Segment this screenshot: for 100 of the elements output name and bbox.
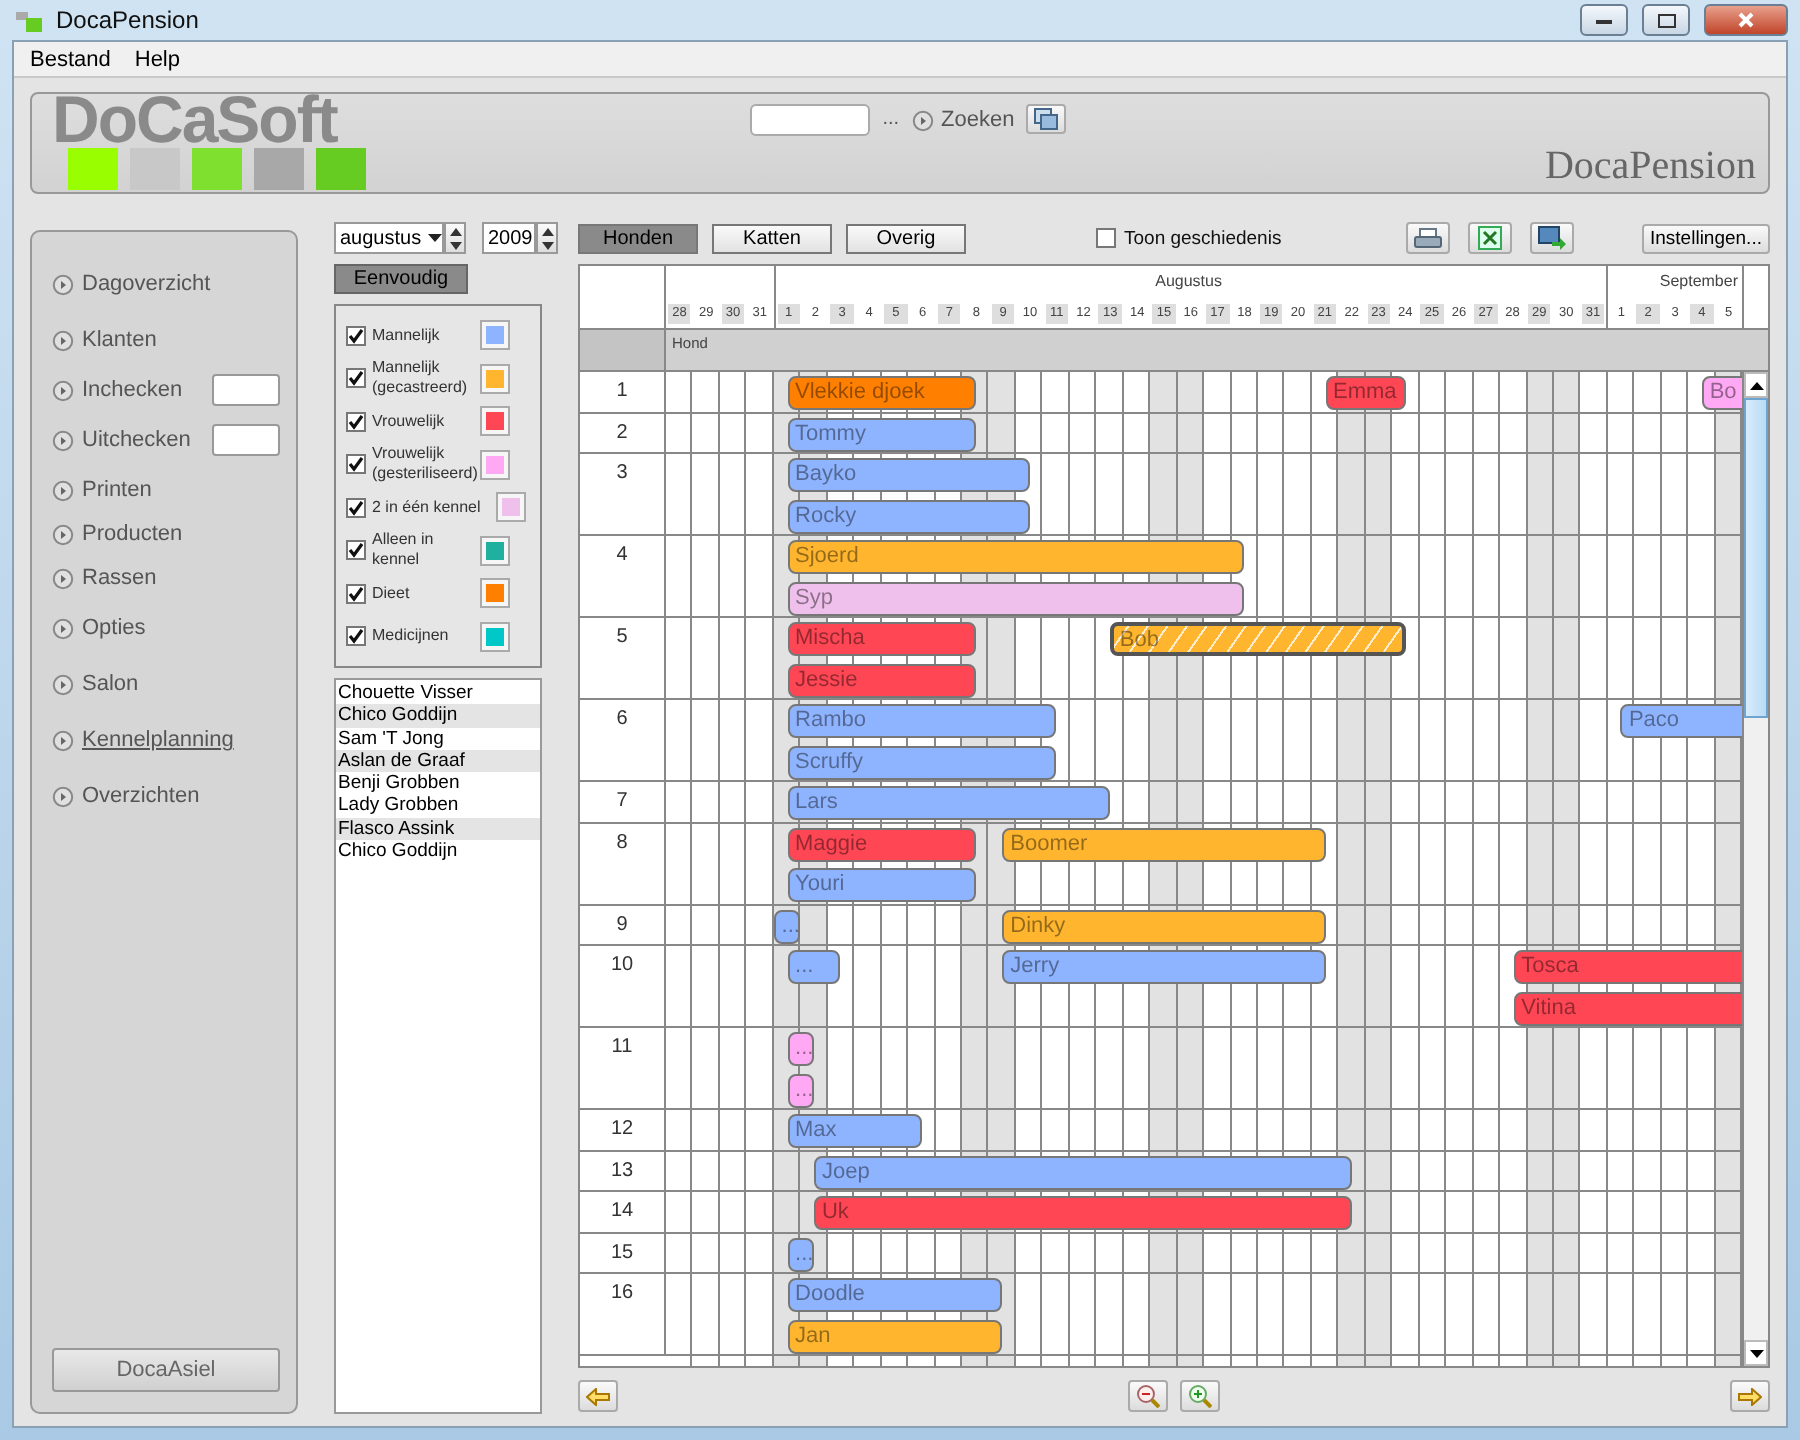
spreadsheet-icon: [1477, 226, 1502, 250]
nav-link[interactable]: Printen: [52, 474, 152, 506]
screen-icon-button[interactable]: [1026, 104, 1067, 134]
category-tab[interactable]: Overig: [846, 223, 966, 253]
nav-link[interactable]: Kennelplanning: [52, 724, 234, 756]
excel-export-button[interactable]: [1467, 222, 1512, 254]
color-swatch[interactable]: [482, 365, 508, 392]
booking-bar[interactable]: Tosca: [1513, 950, 1742, 984]
month-label: Augustus: [1153, 270, 1224, 294]
booking-bar[interactable]: ...: [787, 1032, 814, 1066]
date-field[interactable]: [212, 424, 280, 456]
menu-item[interactable]: Bestand: [18, 42, 123, 76]
color-swatch[interactable]: [482, 451, 508, 478]
category-tab[interactable]: Katten: [712, 223, 832, 253]
nav-link[interactable]: Overzichten: [52, 780, 200, 812]
booking-bar[interactable]: Tommy: [787, 417, 976, 451]
nav-link[interactable]: Inchecken: [52, 374, 183, 406]
color-swatch[interactable]: [498, 494, 524, 521]
checkbox[interactable]: [346, 368, 366, 389]
spin-buttons[interactable]: [536, 222, 558, 254]
client-item[interactable]: Aslan de Graaf: [336, 749, 540, 773]
booking-bar[interactable]: Vlekkie djoek: [787, 376, 976, 410]
booking-bar[interactable]: Dinky: [1002, 909, 1326, 943]
booking-bar[interactable]: Rocky: [787, 499, 1030, 533]
nav-link[interactable]: Rassen: [52, 562, 157, 594]
menu-item[interactable]: Help: [122, 42, 192, 76]
nav-link[interactable]: Producten: [52, 518, 183, 550]
arrow-circle-icon: [52, 785, 74, 807]
month-select[interactable]: augustus: [334, 222, 444, 254]
checkbox[interactable]: [346, 325, 366, 346]
checkbox[interactable]: [346, 583, 366, 604]
nav-link[interactable]: Salon: [52, 668, 139, 700]
export-button[interactable]: [1529, 222, 1574, 254]
booking-bar[interactable]: Jerry: [1002, 950, 1326, 984]
booking-bar[interactable]: Joep: [813, 1155, 1352, 1189]
minimize-button[interactable]: [1580, 4, 1628, 36]
date-field[interactable]: [212, 374, 280, 406]
printer-icon: [1413, 227, 1442, 249]
spin-buttons[interactable]: [444, 222, 466, 254]
booking-bar[interactable]: Maggie: [787, 827, 976, 861]
booking-bar[interactable]: Youri: [787, 868, 976, 902]
booking-bar[interactable]: Jessie: [787, 663, 976, 697]
checkbox[interactable]: [1096, 228, 1116, 248]
checkbox[interactable]: [346, 540, 366, 561]
nav-link[interactable]: Opties: [52, 612, 146, 644]
booking-bar[interactable]: Jan: [787, 1319, 1003, 1353]
scroll-thumb[interactable]: [1744, 398, 1768, 718]
settings-button[interactable]: Instellingen...: [1642, 223, 1770, 253]
zoom-in-button[interactable]: [1180, 1380, 1220, 1412]
search-button[interactable]: Zoeken: [911, 104, 1015, 136]
color-swatch[interactable]: [482, 408, 508, 435]
booking-bar[interactable]: Bayko: [787, 458, 1030, 492]
color-swatch[interactable]: [482, 623, 508, 650]
down-arrow-icon: [1749, 1349, 1763, 1357]
print-button[interactable]: [1405, 222, 1450, 254]
next-button[interactable]: [1730, 1380, 1770, 1412]
color-swatch[interactable]: [482, 537, 508, 564]
scroll-up-button[interactable]: [1744, 372, 1768, 398]
booking-bar[interactable]: Sjoerd: [787, 540, 1245, 574]
booking-bar[interactable]: Paco: [1620, 704, 1742, 738]
window-title: DocaPension: [56, 6, 201, 34]
scroll-down-button[interactable]: [1744, 1340, 1768, 1366]
search-field[interactable]: [750, 104, 871, 136]
booking-bar[interactable]: Scruffy: [787, 745, 1057, 779]
category-tab[interactable]: Honden: [578, 223, 698, 253]
legend-label: Mannelijk: [372, 325, 442, 346]
maximize-button[interactable]: [1642, 4, 1690, 36]
booking-bar[interactable]: Max: [787, 1114, 922, 1148]
checkbox[interactable]: [346, 454, 366, 475]
month-label: September: [1657, 270, 1740, 294]
zoom-out-button[interactable]: [1128, 1380, 1168, 1412]
nav-link[interactable]: Klanten: [52, 324, 157, 356]
booking-bar[interactable]: Vitina: [1513, 991, 1742, 1025]
legend-label: 2 in één kennel: [372, 497, 483, 518]
booking-bar[interactable]: Emma: [1325, 376, 1406, 410]
client-item[interactable]: Chico Goddijn: [336, 704, 540, 728]
booking-bar[interactable]: Lars: [787, 786, 1110, 820]
year-field[interactable]: 2009: [482, 222, 536, 254]
previous-button[interactable]: [578, 1380, 618, 1412]
booking-bar[interactable]: Boomer: [1002, 827, 1326, 861]
checkbox[interactable]: [346, 626, 366, 647]
close-button[interactable]: [1704, 4, 1788, 36]
arrow-circle-icon: [52, 429, 74, 451]
booking-bar[interactable]: Doodle: [787, 1278, 1003, 1312]
client-item[interactable]: Flasco Assink: [336, 817, 540, 841]
checkbox[interactable]: [346, 411, 366, 432]
booking-bar[interactable]: Uk: [813, 1196, 1352, 1230]
color-swatch[interactable]: [482, 580, 508, 607]
app-name: DocaPension: [1544, 144, 1756, 192]
booking-bar[interactable]: Syp: [787, 581, 1245, 615]
nav-link[interactable]: Uitchecken: [52, 424, 191, 456]
nav-link[interactable]: Dagoverzicht: [52, 268, 211, 300]
booking-bar[interactable]: Bo: [1701, 376, 1742, 410]
booking-bar[interactable]: Rambo: [787, 704, 1057, 738]
checkbox[interactable]: [346, 497, 366, 518]
docaasiel-button[interactable]: DocaAsiel: [52, 1348, 280, 1392]
booking-bar[interactable]: Mischa: [787, 622, 976, 656]
color-swatch[interactable]: [482, 322, 508, 349]
mode-button[interactable]: Eenvoudig: [334, 264, 468, 294]
booking-bar[interactable]: ...: [787, 950, 841, 984]
